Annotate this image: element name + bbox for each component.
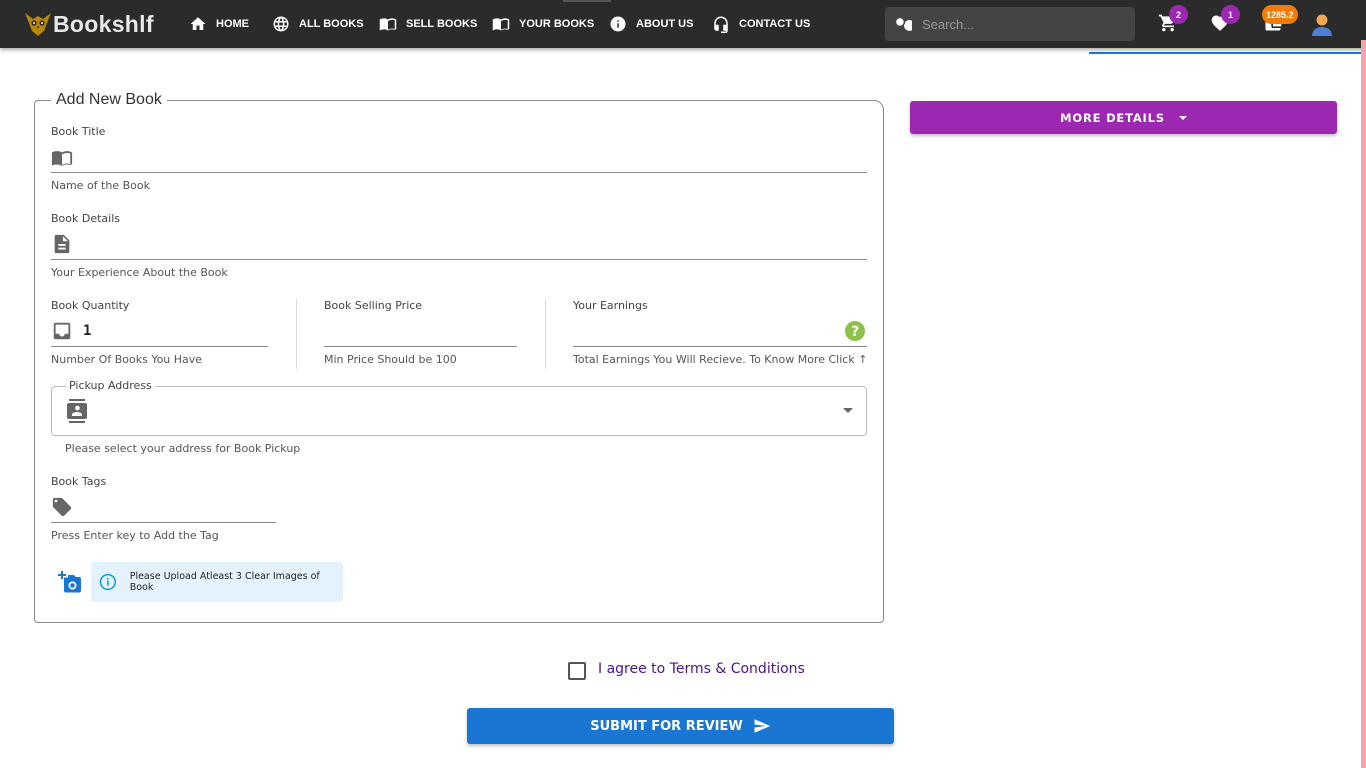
book-details-label: Book Details bbox=[51, 212, 121, 225]
book-title-label: Book Title bbox=[51, 125, 106, 138]
earnings-label: Your Earnings bbox=[573, 299, 648, 312]
earnings-underline bbox=[573, 346, 867, 347]
form-legend: Add New Book bbox=[51, 91, 167, 109]
nav-contact-us[interactable]: CONTACT US bbox=[712, 14, 810, 34]
owl-icon bbox=[25, 13, 51, 36]
book-title-hint: Name of the Book bbox=[51, 179, 150, 192]
book-details-hint: Your Experience About the Book bbox=[51, 266, 228, 279]
help-icon[interactable]: ? bbox=[845, 321, 865, 341]
brand-logo-link[interactable]: Bookshlf bbox=[24, 9, 154, 39]
headset-icon bbox=[714, 16, 728, 33]
user-avatar-icon[interactable] bbox=[1311, 12, 1333, 36]
home-icon bbox=[190, 17, 206, 30]
book-quantity-label: Book Quantity bbox=[51, 299, 130, 312]
nav-home[interactable]: HOME bbox=[189, 14, 249, 34]
book-tags-label: Book Tags bbox=[51, 475, 107, 488]
nav-your-books-label: YOUR BOOKS bbox=[519, 18, 595, 30]
inbox-icon bbox=[53, 322, 71, 340]
top-navbar: Bookshlf HOME ALL BOOKS SELL BOOKS YOUR … bbox=[0, 0, 1366, 48]
selling-price-input[interactable] bbox=[324, 321, 514, 341]
nav-home-label: HOME bbox=[216, 18, 249, 30]
caret-down-icon bbox=[1178, 115, 1187, 120]
upload-info-alert: Please Upload Atleast 3 Clear Images of … bbox=[91, 562, 343, 602]
nav-your-books[interactable]: YOUR BOOKS bbox=[492, 14, 594, 34]
book-title-input[interactable] bbox=[84, 148, 864, 170]
book-details-input[interactable] bbox=[84, 235, 864, 257]
info-outline-icon bbox=[99, 573, 116, 591]
terms-link[interactable]: I agree to Terms & Conditions bbox=[598, 661, 805, 677]
book-title-underline bbox=[51, 172, 867, 173]
book-open-icon bbox=[379, 18, 397, 31]
info-icon bbox=[610, 16, 626, 32]
cart-count-badge: 2 bbox=[1169, 5, 1188, 24]
pickup-address-label: Pickup Address bbox=[66, 379, 155, 392]
nav-all-books-label: ALL BOOKS bbox=[299, 18, 364, 30]
selling-price-underline bbox=[324, 346, 517, 347]
chevron-down-icon bbox=[843, 408, 853, 413]
add-photo-icon[interactable] bbox=[58, 570, 84, 594]
nav-sell-books[interactable]: SELL BOOKS bbox=[379, 14, 477, 34]
pickup-address-select[interactable]: Pickup Address bbox=[51, 379, 867, 436]
wallet-balance-badge: 1285.2 bbox=[1262, 5, 1298, 24]
brand-name: Bookshlf bbox=[53, 10, 154, 37]
book-open-icon bbox=[492, 18, 510, 31]
more-details-button[interactable]: MORE DETAILS bbox=[910, 101, 1337, 134]
selling-price-label: Book Selling Price bbox=[324, 299, 423, 312]
book-open-icon bbox=[51, 151, 73, 166]
svg-text:?: ? bbox=[851, 324, 859, 340]
nav-contact-us-label: CONTACT US bbox=[739, 18, 811, 30]
book-tags-hint: Press Enter key to Add the Tag bbox=[51, 529, 219, 542]
send-icon bbox=[754, 719, 770, 733]
book-quantity-underline bbox=[51, 346, 268, 347]
search-input[interactable] bbox=[922, 16, 1122, 32]
book-tags-input[interactable] bbox=[84, 498, 272, 520]
submit-label: SUBMIT FOR REVIEW bbox=[590, 718, 743, 734]
book-quantity-hint: Number Of Books You Have bbox=[51, 353, 203, 366]
nav-all-books[interactable]: ALL BOOKS bbox=[272, 14, 364, 34]
column-divider bbox=[296, 299, 297, 369]
nav-sell-books-label: SELL BOOKS bbox=[406, 18, 478, 30]
upload-info-text: Please Upload Atleast 3 Clear Images of … bbox=[129, 571, 320, 593]
selling-price-hint: Min Price Should be 100 bbox=[324, 353, 457, 366]
column-divider bbox=[545, 299, 546, 369]
nav-about-us[interactable]: ABOUT US bbox=[609, 14, 693, 34]
submit-for-review-button[interactable]: SUBMIT FOR REVIEW bbox=[467, 708, 894, 744]
tab-indicator bbox=[1089, 52, 1366, 54]
document-icon bbox=[54, 234, 70, 254]
nav-about-us-label: ABOUT US bbox=[636, 18, 694, 30]
book-tags-underline bbox=[51, 522, 276, 523]
more-details-label: MORE DETAILS bbox=[1060, 110, 1165, 125]
tag-icon bbox=[52, 497, 72, 517]
earnings-input bbox=[573, 321, 833, 341]
earnings-hint: Total Earnings You Will Recieve. To Know… bbox=[573, 353, 868, 366]
book-quantity-input[interactable] bbox=[83, 321, 263, 341]
terms-checkbox[interactable] bbox=[568, 662, 586, 680]
nav-active-indicator bbox=[563, 0, 611, 2]
search-bar bbox=[885, 7, 1135, 41]
globe-icon bbox=[273, 16, 289, 32]
scrollbar-track[interactable] bbox=[1361, 40, 1366, 768]
contact-card-icon bbox=[67, 399, 87, 423]
search-icon bbox=[896, 18, 912, 31]
wishlist-count-badge: 1 bbox=[1221, 5, 1240, 24]
pickup-address-hint: Please select your address for Book Pick… bbox=[65, 442, 301, 455]
book-details-underline bbox=[51, 259, 867, 260]
